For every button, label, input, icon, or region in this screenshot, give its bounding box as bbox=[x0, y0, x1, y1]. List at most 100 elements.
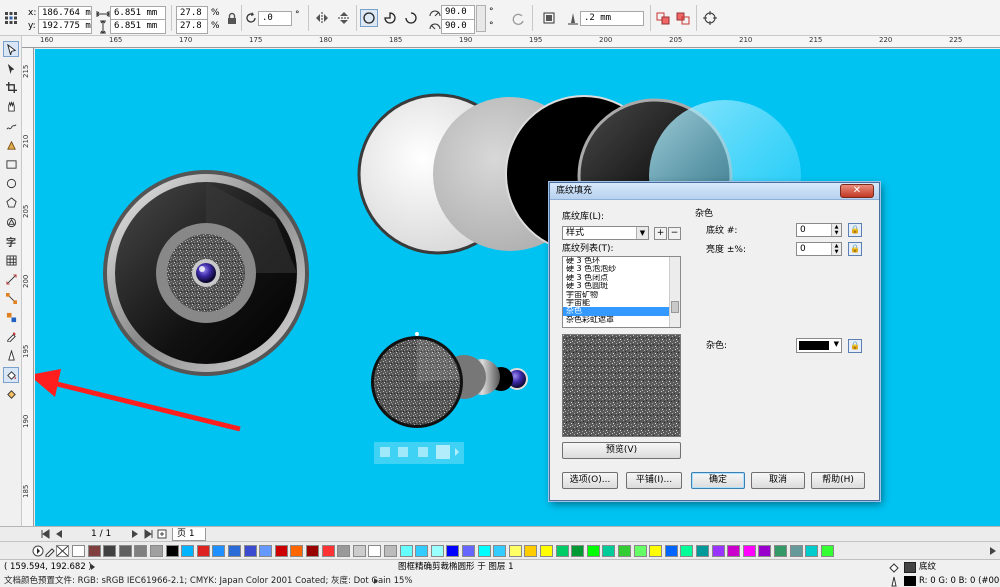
palette-swatch[interactable] bbox=[711, 545, 725, 557]
palette-swatch[interactable] bbox=[540, 545, 553, 557]
rectangle-tool[interactable] bbox=[3, 156, 19, 172]
palette-swatch[interactable] bbox=[727, 545, 741, 557]
list-item[interactable]: 杂色彩虹遮罩 bbox=[563, 316, 680, 324]
palette-swatch[interactable] bbox=[571, 545, 585, 557]
wireframe-icon[interactable] bbox=[703, 11, 717, 25]
palette-swatch[interactable] bbox=[789, 545, 803, 557]
palette-swatch[interactable] bbox=[805, 545, 819, 557]
ellipse-mode-button[interactable] bbox=[360, 9, 378, 27]
palette-swatch[interactable] bbox=[586, 545, 600, 557]
dimension-tool[interactable] bbox=[3, 271, 19, 287]
ellipse-tool[interactable] bbox=[3, 175, 19, 191]
cancel-button[interactable]: 取消 bbox=[751, 472, 805, 489]
convert-to-curves-icon[interactable] bbox=[656, 11, 670, 25]
text-tool[interactable]: 字 bbox=[3, 233, 19, 249]
object-origin-icon[interactable] bbox=[4, 11, 18, 25]
palette-swatch[interactable] bbox=[103, 545, 117, 557]
lock-icon[interactable]: 🔒 bbox=[848, 242, 862, 256]
outline-width-dropdown[interactable]: .2 mm bbox=[580, 11, 644, 26]
basic-shapes-tool[interactable] bbox=[3, 214, 19, 230]
list-item[interactable]: 宇宙能 bbox=[563, 299, 680, 307]
library-dropdown[interactable]: 样式 ▼ bbox=[562, 226, 649, 240]
page-tab-1[interactable]: 页 1 bbox=[172, 528, 206, 541]
palette-swatch[interactable] bbox=[306, 545, 319, 557]
status-expand-icon[interactable] bbox=[89, 563, 97, 571]
palette-swatch[interactable] bbox=[742, 545, 756, 557]
pie-mode-button[interactable] bbox=[381, 9, 399, 27]
ok-button[interactable]: 确定 bbox=[691, 472, 745, 489]
mirror-horizontal-icon[interactable] bbox=[315, 11, 329, 25]
angle-spinner[interactable] bbox=[476, 5, 486, 32]
lens-large[interactable] bbox=[103, 170, 309, 376]
first-page-icon[interactable] bbox=[40, 529, 50, 539]
direction-icon[interactable] bbox=[512, 12, 526, 26]
next-page-icon[interactable] bbox=[130, 529, 140, 539]
palette-swatch[interactable] bbox=[462, 545, 475, 557]
palette-swatch[interactable] bbox=[493, 545, 507, 557]
palette-swatch[interactable] bbox=[758, 545, 772, 557]
lock-ratio-icon[interactable] bbox=[225, 12, 239, 26]
list-item[interactable]: 宇宙矿物 bbox=[563, 291, 680, 299]
palette-swatch[interactable] bbox=[118, 545, 132, 557]
polygon-tool[interactable] bbox=[3, 194, 19, 210]
spinner-icon[interactable]: ▲ ▼ bbox=[831, 243, 841, 255]
palette-swatch[interactable] bbox=[72, 545, 85, 557]
lock-icon[interactable]: 🔒 bbox=[848, 339, 862, 353]
list-item-selected[interactable]: 杂色 bbox=[563, 307, 680, 316]
fill-tool[interactable] bbox=[3, 367, 19, 383]
break-apart-icon[interactable] bbox=[676, 11, 690, 25]
palette-scroll-icon[interactable] bbox=[988, 546, 998, 556]
eyedropper-tool[interactable] bbox=[3, 328, 19, 344]
preview-button[interactable]: 预览(V) bbox=[562, 442, 681, 459]
spinner-icon[interactable]: ▲ ▼ bbox=[831, 224, 841, 236]
palette-swatch[interactable] bbox=[228, 545, 241, 557]
palette-options-icon[interactable] bbox=[32, 545, 44, 557]
palette-swatch[interactable] bbox=[150, 545, 163, 557]
palette-swatch[interactable] bbox=[446, 545, 460, 557]
texture-list[interactable]: 硬 3 色环 硬 3 色泡泡纱 硬 3 色闭点 硬 3 色圆斑 宇宙矿物 宇宙能… bbox=[562, 256, 681, 328]
close-button[interactable]: ✕ bbox=[840, 184, 874, 198]
tiling-button[interactable]: 平铺(I)... bbox=[626, 472, 682, 489]
arc-mode-button[interactable] bbox=[402, 9, 420, 27]
list-item[interactable]: 硬 3 色闭点 bbox=[563, 274, 680, 282]
palette-swatch[interactable] bbox=[477, 545, 491, 557]
zoom-tool[interactable] bbox=[3, 98, 19, 114]
height-field[interactable]: 6.851 mm bbox=[110, 19, 166, 34]
list-item[interactable]: 硬 3 色泡泡纱 bbox=[563, 265, 680, 273]
texture-number-input[interactable]: 0 ▲ ▼ bbox=[796, 223, 842, 237]
object-mini-toolbar[interactable] bbox=[374, 442, 464, 464]
shape-tool[interactable] bbox=[3, 60, 19, 76]
table-tool[interactable] bbox=[3, 252, 19, 268]
scroll-thumb[interactable] bbox=[671, 301, 679, 313]
palette-swatch[interactable] bbox=[274, 545, 288, 557]
palette-swatch[interactable] bbox=[196, 545, 210, 557]
add-page-icon[interactable] bbox=[157, 529, 167, 539]
blend-tool[interactable] bbox=[3, 309, 19, 325]
freehand-tool[interactable] bbox=[3, 118, 19, 134]
smart-fill-tool[interactable] bbox=[3, 137, 19, 153]
palette-swatch[interactable] bbox=[602, 545, 616, 557]
remove-library-button[interactable]: − bbox=[668, 227, 681, 240]
mirror-vertical-icon[interactable] bbox=[337, 11, 351, 25]
list-scrollbar[interactable] bbox=[669, 257, 680, 327]
palette-swatch[interactable] bbox=[696, 545, 709, 557]
palette-swatch[interactable] bbox=[181, 545, 195, 557]
start-angle-field[interactable]: 90.0 bbox=[441, 5, 475, 20]
palette-swatch[interactable] bbox=[508, 545, 522, 557]
y-position-field[interactable]: 192.775 mm bbox=[38, 19, 92, 34]
palette-swatch[interactable] bbox=[820, 545, 834, 557]
last-page-icon[interactable] bbox=[144, 529, 154, 539]
palette-swatch[interactable] bbox=[212, 545, 226, 557]
palette-swatch[interactable] bbox=[524, 545, 538, 557]
palette-swatch[interactable] bbox=[633, 545, 647, 557]
scale-y-field[interactable]: 27.8 bbox=[176, 19, 208, 34]
palette-swatch[interactable] bbox=[165, 545, 179, 557]
noise-color-picker[interactable]: ▼ bbox=[796, 338, 842, 353]
lock-icon[interactable]: 🔒 bbox=[848, 223, 862, 237]
palette-swatch[interactable] bbox=[680, 545, 694, 557]
wrap-text-icon[interactable] bbox=[542, 11, 556, 25]
add-library-button[interactable]: + bbox=[654, 227, 667, 240]
palette-swatch[interactable] bbox=[352, 545, 366, 557]
profile-arrow-icon[interactable] bbox=[372, 577, 380, 585]
outline-tool[interactable] bbox=[3, 347, 19, 363]
